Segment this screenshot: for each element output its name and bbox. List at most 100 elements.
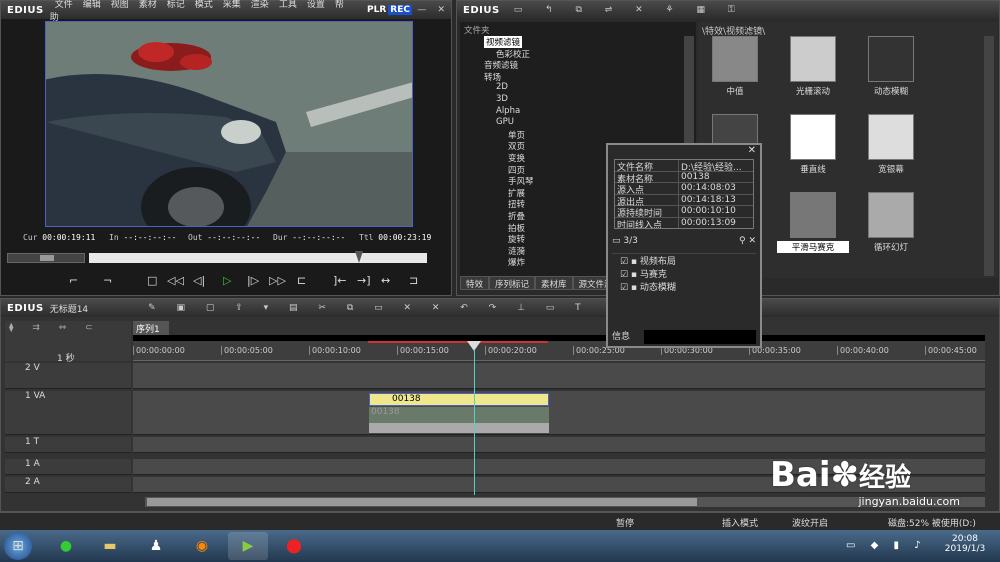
plr-button[interactable]: PLR xyxy=(367,5,386,15)
tree-item[interactable]: 手风琴 xyxy=(508,175,534,187)
info-effect-item[interactable]: ☑ ▪ 马赛克 xyxy=(612,267,756,280)
hscroll-thumb[interactable] xyxy=(147,498,697,506)
effect-thumb[interactable] xyxy=(790,114,836,160)
info-tools-icon[interactable]: ⚲ ✕ xyxy=(739,236,756,246)
tree-item[interactable]: 视频滤镜 xyxy=(484,36,523,48)
shuttle-handle[interactable] xyxy=(40,255,54,261)
tree-item[interactable]: 旋转 xyxy=(508,233,525,245)
effect-thumb[interactable] xyxy=(712,36,758,82)
effect-label: 平滑马赛克 xyxy=(777,241,849,253)
tree-item[interactable]: 折叠 xyxy=(508,210,525,222)
track-1t[interactable] xyxy=(133,437,985,453)
qq-icon[interactable]: ♟ xyxy=(136,532,176,560)
rewind-icon[interactable]: ◁◁ xyxy=(167,274,184,287)
menu-render[interactable]: 渲染 xyxy=(246,0,274,10)
tree-item[interactable]: 色彩校正 xyxy=(496,48,530,60)
menu-settings[interactable]: 设置 xyxy=(302,0,330,10)
fast-forward-icon[interactable]: ▷▷ xyxy=(269,274,286,287)
overwrite-icon[interactable]: →] xyxy=(357,274,371,287)
tab-sequence-markers[interactable]: 序列标记 xyxy=(489,276,536,290)
track-tools-icons[interactable]: ⧫ ⇉ ⇔ ⊂ xyxy=(9,323,101,333)
tree-item[interactable]: 涟漪 xyxy=(508,245,525,257)
effect-thumb[interactable] xyxy=(868,114,914,160)
menu-file[interactable]: 文件 xyxy=(50,0,78,10)
set-out-icon[interactable]: ¬ xyxy=(103,274,112,287)
edius-task-icon[interactable]: ▶ xyxy=(228,532,268,560)
menu-view[interactable]: 视图 xyxy=(106,0,134,10)
app-360-icon[interactable]: ● xyxy=(46,532,86,560)
firefox-icon[interactable]: ◉ xyxy=(182,532,222,560)
output-icon[interactable]: ⊐ xyxy=(409,274,418,287)
insert-icon[interactable]: ]← xyxy=(333,274,347,287)
track-1va[interactable]: 00138 00138 xyxy=(133,391,985,435)
tree-item[interactable]: 拍板 xyxy=(508,222,525,234)
tree-item[interactable]: 3D xyxy=(496,94,508,104)
tree-item[interactable]: 扩展 xyxy=(508,187,525,199)
info-value: 00:00:13:09 xyxy=(681,217,736,228)
time-ruler[interactable]: 00:00:00:00 00:00:05:00 00:00:10:00 00:00:1… xyxy=(133,341,985,361)
stop-icon[interactable]: □ xyxy=(147,274,157,287)
info-effect-item[interactable]: ☑ ▪ 视频布局 xyxy=(612,254,756,267)
playhead-icon[interactable] xyxy=(355,251,363,263)
effect-thumb[interactable] xyxy=(868,36,914,82)
tree-item[interactable]: 爆炸 xyxy=(508,256,525,268)
tab-clip-library[interactable]: 素材库 xyxy=(535,276,573,290)
menu-edit[interactable]: 编辑 xyxy=(78,0,106,10)
tree-item[interactable]: 双页 xyxy=(508,140,525,152)
tree-item[interactable]: 变换 xyxy=(508,152,525,164)
play-icon[interactable]: ▷ xyxy=(223,274,231,287)
tray-icons[interactable]: ▭ ◆ ▮ ♪ xyxy=(846,540,927,551)
track-head-1t[interactable]: 1 T xyxy=(5,437,131,453)
bin-toolbar-icons[interactable]: ▭ ↰ ⧉ ⇌ ✕ ⚘ ▦ ⚿ xyxy=(514,5,745,15)
start-icon[interactable]: ⊞ xyxy=(4,532,32,560)
effect-thumb[interactable] xyxy=(790,36,836,82)
sequence-tab[interactable]: 序列1 xyxy=(133,321,169,335)
tree-item[interactable]: 2D xyxy=(496,82,508,92)
shuttle-slider[interactable] xyxy=(7,253,85,263)
checkbox-icon[interactable]: ☑ ▪ xyxy=(620,270,640,280)
menu-mode[interactable]: 模式 xyxy=(190,0,218,10)
rec-button[interactable]: REC xyxy=(388,5,412,15)
effect-label: 循环幻灯 xyxy=(873,243,908,253)
step-back-icon[interactable]: ◁| xyxy=(193,274,205,287)
effect-thumb[interactable] xyxy=(790,192,836,238)
loop-icon[interactable]: ⊏ xyxy=(297,274,306,287)
checkbox-icon[interactable]: ☑ ▪ xyxy=(620,283,640,293)
menu-tools[interactable]: 工具 xyxy=(274,0,302,10)
tree-item[interactable]: 转场 xyxy=(484,71,501,83)
tree-item[interactable]: 音频滤镜 xyxy=(484,59,518,71)
tree-item[interactable]: GPU xyxy=(496,117,514,127)
track-head-2v[interactable]: 2 V xyxy=(5,363,131,389)
audio-clip[interactable]: 00138 xyxy=(369,407,549,423)
menu-capture[interactable]: 采集 xyxy=(218,0,246,10)
info-count: ▭ 3/3 xyxy=(612,236,638,246)
tree-item[interactable]: 单页 xyxy=(508,129,525,141)
clip-name: 00138 xyxy=(392,394,421,404)
track-head-1a[interactable]: 1 A xyxy=(5,459,131,475)
tab-effects[interactable]: 特效 xyxy=(460,276,490,290)
tree-item[interactable]: 扭转 xyxy=(508,198,525,210)
video-clip[interactable]: 00138 xyxy=(369,393,549,406)
trim-icon[interactable]: ↔ xyxy=(381,274,390,287)
tree-item[interactable]: Alpha xyxy=(496,106,520,116)
info-effect-item[interactable]: ☑ ▪ 动态模糊 xyxy=(612,280,756,293)
track-head-2a[interactable]: 2 A xyxy=(5,477,131,493)
menu-clip[interactable]: 素材 xyxy=(134,0,162,10)
menu-marker[interactable]: 标记 xyxy=(162,0,190,10)
record-icon[interactable]: ⬤ xyxy=(274,532,314,560)
set-in-icon[interactable]: ⌐ xyxy=(69,274,78,287)
playback-slider[interactable] xyxy=(89,251,427,263)
info-close-icon[interactable]: ✕ xyxy=(608,145,760,159)
explorer-icon[interactable]: ▬ xyxy=(90,532,130,560)
timeline-toolbar-icons[interactable]: ✎ ▣ ▢ ⇪ ▾ ▤ ✂ ⧉ ▭ ✕ ✕ ↶ ↷ ⊥ ▭ T xyxy=(148,303,590,313)
track-head-1va[interactable]: 1 VA xyxy=(5,391,131,435)
tree-item[interactable]: 四页 xyxy=(508,164,525,176)
minimize-icon[interactable]: — xyxy=(415,4,429,16)
close-icon[interactable]: ✕ xyxy=(435,4,449,16)
effect-label: 动态模糊 xyxy=(873,87,908,97)
step-forward-icon[interactable]: |▷ xyxy=(247,274,259,287)
checkbox-icon[interactable]: ☑ ▪ xyxy=(620,257,640,267)
effect-thumb[interactable] xyxy=(868,192,914,238)
effects-scrollbar[interactable] xyxy=(984,36,994,276)
track-2v[interactable] xyxy=(133,363,985,389)
